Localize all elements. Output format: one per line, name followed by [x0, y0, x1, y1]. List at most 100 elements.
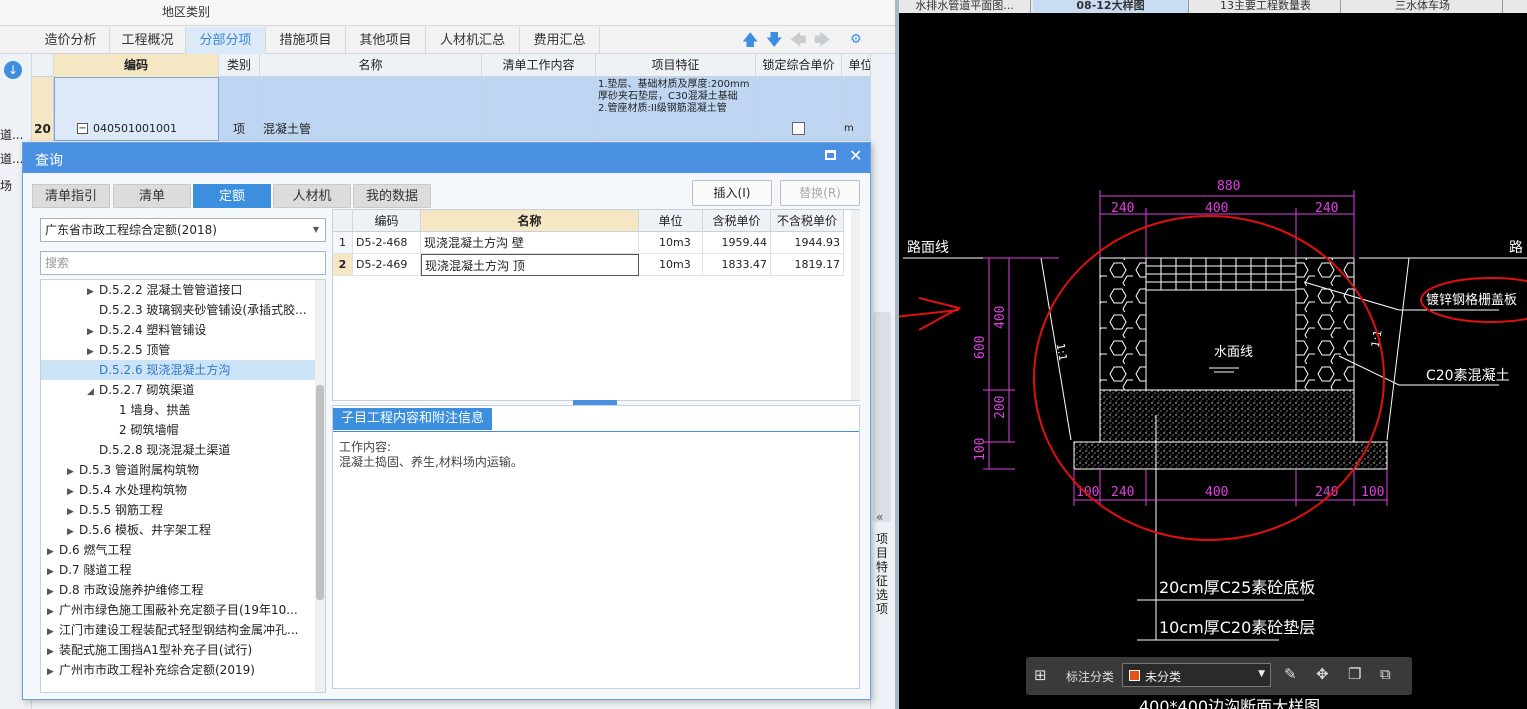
move-down-icon[interactable]: 🡇: [766, 31, 782, 49]
triangle-right-icon[interactable]: ▶: [67, 482, 79, 502]
grid-header-locked-price[interactable]: 锁定综合单价: [756, 54, 842, 77]
triangle-right-icon[interactable]: ▶: [67, 522, 79, 542]
tree-node[interactable]: ▶ D.5.2.4 塑料管铺设: [41, 320, 317, 340]
tree-node[interactable]: D.5.2.8 现浇混凝土渠道: [41, 440, 317, 460]
tree-node[interactable]: ▶ D.5.4 水处理构筑物: [41, 480, 317, 500]
quota-header-name[interactable]: 名称: [421, 210, 639, 232]
triangle-down-icon[interactable]: ◢: [87, 382, 99, 402]
search-input[interactable]: 搜索: [40, 251, 326, 275]
quota-scrollbar[interactable]: [851, 210, 860, 400]
triangle-right-icon[interactable]: ▶: [67, 462, 79, 482]
tab-project-overview[interactable]: 工程概况: [110, 27, 186, 54]
tab-other-items[interactable]: 其他项目: [346, 27, 426, 54]
tab-bill-guide[interactable]: 清单指引: [32, 184, 110, 208]
tree-node[interactable]: ▶ D.6 燃气工程: [41, 540, 317, 560]
tree-node[interactable]: ▶ D.5.2.5 顶管: [41, 340, 317, 360]
tree-node[interactable]: ▶ D.5.3 管道附属构筑物: [41, 460, 317, 480]
quota-header-code[interactable]: 编码: [353, 210, 421, 232]
tree-node[interactable]: ▶ D.8 市政设施养护维修工程: [41, 580, 317, 600]
tab-itemized[interactable]: 分部分项: [186, 27, 266, 54]
annotation-category-select[interactable]: 未分类 ▼: [1122, 663, 1271, 687]
tree-node[interactable]: ▶ 广州市市政工程补充综合定额(2019): [41, 660, 317, 680]
grid-header-code[interactable]: 编码: [54, 54, 219, 77]
edit-icon[interactable]: ✎: [1284, 665, 1297, 683]
tab-bill[interactable]: 清单: [113, 184, 191, 208]
quota-library-select[interactable]: 广东省市政工程综合定额(2018) ▼: [40, 218, 326, 242]
side-label-1[interactable]: 道...: [0, 126, 23, 143]
row-name[interactable]: 混凝土管: [260, 77, 482, 141]
triangle-right-icon[interactable]: ▶: [47, 642, 59, 662]
side-label-3[interactable]: 场: [0, 177, 12, 194]
tree-node[interactable]: ▶ D.5.2.2 混凝土管管道接口: [41, 280, 317, 300]
table-row[interactable]: 20 − 040501001001 项 混凝土管 1.垫层、基础材质及厚度:20…: [32, 77, 880, 141]
grid-header-work-content[interactable]: 清单工作内容: [482, 54, 596, 77]
grid-header-type[interactable]: 类别: [219, 54, 260, 77]
grid-header-name[interactable]: 名称: [260, 54, 482, 77]
tree-node[interactable]: ▶ 装配式施工围挡A1型补充子目(试行): [41, 640, 317, 660]
tab-my-data[interactable]: 我的数据: [353, 184, 431, 208]
grid-view-icon[interactable]: ⊞: [1034, 666, 1047, 684]
tree-node[interactable]: D.5.2.3 玻璃钢夹砂管铺设(承插式胶...: [41, 300, 317, 320]
tab-measures[interactable]: 措施项目: [266, 27, 346, 54]
triangle-right-icon[interactable]: ▶: [47, 582, 59, 602]
move-left-icon[interactable]: 🡄: [790, 31, 807, 49]
triangle-right-icon[interactable]: ▶: [67, 502, 79, 522]
triangle-right-icon[interactable]: ▶: [47, 562, 59, 582]
dim-v-total: 600: [973, 336, 988, 359]
copy-icon[interactable]: ❐: [1348, 665, 1361, 683]
collapse-icon[interactable]: −: [77, 123, 88, 134]
triangle-right-icon[interactable]: ▶: [47, 622, 59, 642]
tab-labor-material[interactable]: 人材机: [273, 184, 351, 208]
tree-node[interactable]: ◢ D.5.2.7 砌筑渠道: [41, 380, 317, 400]
move-icon[interactable]: ✥: [1316, 665, 1329, 683]
insert-button[interactable]: 插入(I): [692, 180, 772, 206]
triangle-right-icon[interactable]: ▶: [47, 602, 59, 622]
quota-header-tax-price[interactable]: 含税单价: [703, 210, 771, 232]
quota-header-notax-price[interactable]: 不含税单价: [771, 210, 844, 232]
quota-header-unit[interactable]: 单位: [639, 210, 703, 232]
triangle-right-icon[interactable]: ▶: [47, 662, 59, 682]
channel: [1145, 289, 1297, 391]
settings-icon[interactable]: ⚙: [848, 31, 864, 49]
paste-icon[interactable]: ⧉: [1380, 665, 1391, 683]
maximize-icon[interactable]: [825, 150, 836, 160]
quota-row-name[interactable]: 现浇混凝土方沟 顶: [421, 254, 639, 276]
locked-price-checkbox[interactable]: [792, 122, 805, 135]
triangle-right-icon[interactable]: ▶: [87, 322, 99, 342]
tree-node[interactable]: 1 墙身、拱盖: [41, 400, 317, 420]
dim-top-right: 240: [1315, 201, 1338, 216]
grid-header-feature[interactable]: 项目特征: [596, 54, 756, 77]
side-label-2[interactable]: 道...: [0, 150, 23, 167]
tree-node[interactable]: ▶ D.5.6 模板、井字架工程: [41, 520, 317, 540]
row-code-cell[interactable]: − 040501001001: [54, 77, 219, 141]
tab-fee-summary[interactable]: 费用汇总: [520, 27, 600, 54]
tab-quota[interactable]: 定额: [193, 184, 271, 208]
close-icon[interactable]: ✕: [849, 146, 862, 165]
row-work-content[interactable]: [482, 77, 596, 141]
tab-labor-material-summary[interactable]: 人材机汇总: [426, 27, 520, 54]
tree-node[interactable]: ▶ D.5.5 钢筋工程: [41, 500, 317, 520]
row-feature[interactable]: 1.垫层、基础材质及厚度:200mm厚砂夹石垫层，C30混凝土基础 2.管座材质…: [596, 77, 756, 141]
scrollbar[interactable]: [873, 312, 891, 522]
tree-node[interactable]: D.5.2.6 现浇混凝土方沟: [41, 360, 317, 380]
replace-button[interactable]: 替换(R): [780, 180, 860, 206]
tree-node[interactable]: ▶ 广州市绿色施工围蔽补充定额子目(19年10...: [41, 600, 317, 620]
quota-row-tax-price: 1833.47: [703, 254, 771, 276]
move-up-icon[interactable]: 🡅: [742, 31, 758, 49]
tree-node[interactable]: ▶ D.7 隧道工程: [41, 560, 317, 580]
expand-panel-icon[interactable]: «: [876, 510, 883, 524]
triangle-right-icon[interactable]: ▶: [87, 282, 99, 302]
quota-row-code: D5-2-468: [353, 232, 421, 254]
tree-scrollbar-thumb[interactable]: [316, 385, 324, 600]
tree-node[interactable]: ▶ 江门市建设工程装配式轻型钢结构金属冲孔...: [41, 620, 317, 640]
move-right-icon[interactable]: 🡆: [814, 31, 831, 49]
triangle-right-icon[interactable]: ▶: [87, 342, 99, 362]
feature-options-tab[interactable]: 项目特征选项: [876, 532, 890, 616]
download-icon[interactable]: ↓: [4, 61, 22, 79]
cad-drawing[interactable]: 880 240 400 240 100 240 400 240 100 600 …: [899, 0, 1527, 709]
tree-node[interactable]: 2 砌筑墙帽: [41, 420, 317, 440]
info-tab[interactable]: 子目工程内容和附注信息: [333, 408, 493, 430]
tab-cost-analysis[interactable]: 造价分析: [32, 27, 110, 54]
triangle-right-icon[interactable]: ▶: [47, 542, 59, 562]
tree-scrollbar[interactable]: [315, 280, 325, 692]
